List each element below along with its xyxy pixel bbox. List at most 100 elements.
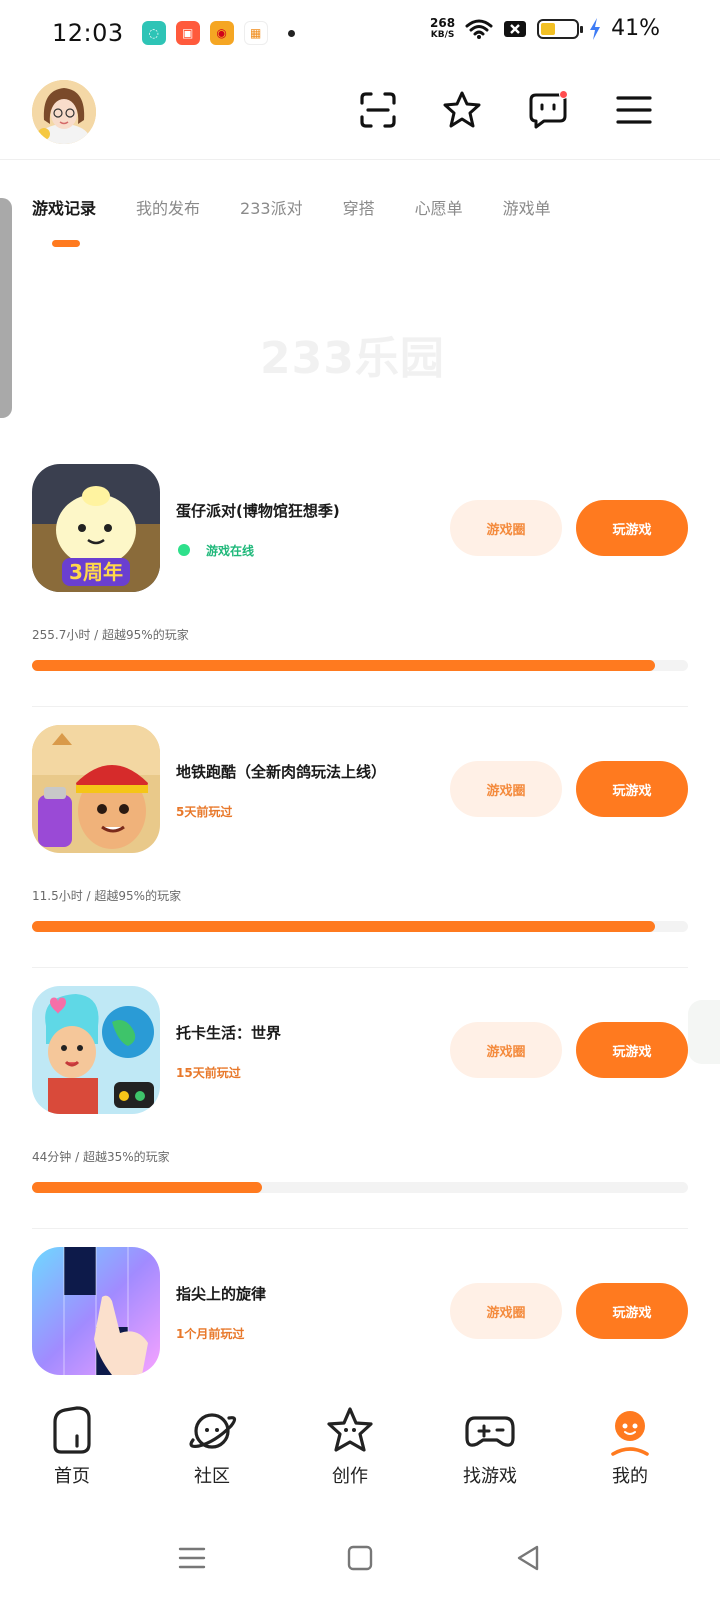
play-time-stats: 255.7小时 / 超越95%的玩家 — [32, 628, 189, 642]
play-progress-bar — [32, 660, 688, 671]
tab-outfit[interactable]: 穿搭 — [343, 195, 375, 219]
game-record-item[interactable]: 地铁跑酷（全新肉鸽玩法上线） 5天前玩过 游戏圈 玩游戏 11.5小时 / 超越… — [32, 725, 688, 969]
game-icon[interactable] — [32, 986, 160, 1114]
game-circle-button[interactable]: 游戏圈 — [450, 500, 562, 556]
nav-community[interactable]: 社区 — [152, 1404, 272, 1488]
tab-my-posts[interactable]: 我的发布 — [136, 195, 200, 219]
play-game-button[interactable]: 玩游戏 — [576, 761, 688, 817]
game-circle-button[interactable]: 游戏圈 — [450, 1022, 562, 1078]
battery-level — [541, 22, 556, 35]
watermark-logo: 233乐园 — [260, 333, 445, 384]
network-speed: 268 KB/S — [430, 17, 455, 41]
play-game-button[interactable]: 玩游戏 — [576, 1283, 688, 1339]
game-icon[interactable]: 3周年 — [32, 464, 160, 592]
toca-life-world-icon — [32, 986, 160, 1114]
divider — [32, 1228, 688, 1229]
play-time-stats: 44分钟 / 超越35%的玩家 — [32, 1150, 170, 1164]
tab-game-record[interactable]: 游戏记录 — [32, 195, 96, 219]
status-right: 268 KB/S 41% — [430, 16, 660, 41]
game-record-item[interactable]: 指尖上的旋律 1个月前玩过 游戏圈 玩游戏 — [32, 1247, 688, 1387]
home-square-icon — [347, 1545, 373, 1571]
avatar-image — [32, 80, 96, 144]
side-drawer-handle[interactable] — [0, 198, 12, 418]
profile-tabs: 游戏记录 我的发布 233派对 穿搭 心愿单 游戏单 — [32, 190, 591, 224]
status-time: 12:03 — [52, 19, 124, 47]
network-speed-unit: KB/S — [430, 29, 455, 40]
system-navigation-bar — [0, 1514, 720, 1612]
bottom-navigation: 首页 社区 创作 找游戏 我的 — [0, 1404, 720, 1514]
back-triangle-icon — [517, 1545, 539, 1571]
star-icon — [327, 1407, 373, 1452]
user-avatar[interactable] — [32, 80, 96, 144]
more-notifications-dot-icon — [287, 29, 295, 37]
active-tab-indicator — [52, 240, 80, 247]
home-button[interactable] — [340, 1538, 380, 1578]
nav-create-label: 创作 — [332, 1466, 368, 1487]
play-progress-fill — [32, 921, 656, 932]
play-time-stats: 11.5小时 / 超越95%的玩家 — [32, 889, 182, 903]
home-icon — [53, 1406, 91, 1454]
play-progress-fill — [32, 660, 656, 671]
video-app-notification-icon: ▣ — [175, 21, 200, 45]
game-title: 蛋仔派对(博物馆狂想季) — [176, 502, 340, 520]
game-icon[interactable] — [32, 1247, 160, 1375]
nav-create[interactable]: 创作 — [290, 1404, 410, 1488]
play-progress-fill — [32, 1182, 262, 1193]
nav-find-games[interactable]: 找游戏 — [430, 1404, 550, 1488]
magic-tiles-icon — [32, 1247, 160, 1375]
divider — [32, 967, 688, 968]
play-game-button[interactable]: 玩游戏 — [576, 500, 688, 556]
battery-icon — [537, 18, 584, 39]
subway-surfers-icon — [32, 725, 160, 853]
game-status: 5天前玩过 — [176, 805, 233, 819]
game-circle-button[interactable]: 游戏圈 — [450, 761, 562, 817]
network-speed-value: 268 — [430, 15, 456, 30]
game-icon[interactable] — [32, 725, 160, 853]
favorites-button[interactable] — [440, 88, 484, 132]
chat-app-notification-icon: ◌ — [141, 21, 166, 45]
messages-button[interactable] — [526, 88, 570, 132]
menu-button[interactable] — [612, 88, 656, 132]
game-record-item[interactable]: 托卡生活：世界 15天前玩过 游戏圈 玩游戏 44分钟 / 超越35%的玩家 — [32, 986, 688, 1230]
planet-icon — [189, 1413, 237, 1449]
scan-icon — [360, 92, 396, 128]
nav-find-games-label: 找游戏 — [463, 1466, 517, 1487]
recent-apps-icon — [178, 1547, 206, 1569]
game-title: 托卡生活：世界 — [176, 1024, 282, 1042]
tab-wishlist[interactable]: 心愿单 — [415, 195, 463, 219]
no-sim-icon — [504, 20, 527, 37]
online-status-icon — [178, 544, 190, 556]
nav-mine-label: 我的 — [612, 1466, 648, 1487]
floating-ball-handle[interactable] — [688, 1000, 720, 1064]
tab-game-list[interactable]: 游戏单 — [503, 195, 551, 219]
profile-header — [0, 66, 720, 160]
game-status: 15天前玩过 — [176, 1066, 241, 1080]
charging-icon — [590, 17, 601, 40]
play-game-button[interactable]: 玩游戏 — [576, 1022, 688, 1078]
game-status: 游戏在线 — [206, 544, 255, 558]
status-bar: 12:03 ◌ ▣ ◉ ▦ 268 KB/S 41% — [0, 0, 720, 66]
star-shape-icon — [443, 91, 481, 128]
nav-mine[interactable]: 我的 — [570, 1404, 690, 1488]
recent-apps-button[interactable] — [172, 1538, 212, 1578]
nav-community-label: 社区 — [194, 1466, 230, 1487]
game-circle-button[interactable]: 游戏圈 — [450, 1283, 562, 1339]
profile-icon — [611, 1411, 649, 1456]
game-title: 指尖上的旋律 — [176, 1285, 267, 1303]
message-badge-icon — [559, 90, 568, 99]
tab-233-party[interactable]: 233派对 — [240, 195, 303, 219]
menu-icon — [616, 96, 652, 124]
svg-text:3周年: 3周年 — [69, 560, 123, 584]
game-status: 1个月前玩过 — [176, 1327, 245, 1341]
scan-button[interactable] — [356, 88, 400, 132]
notification-icons: ◌ ▣ ◉ ▦ — [141, 21, 295, 45]
weibo-notification-icon: ◉ — [209, 21, 234, 45]
nav-home-label: 首页 — [54, 1466, 90, 1487]
eggy-party-icon: 3周年 — [32, 464, 160, 592]
back-button[interactable] — [508, 1538, 548, 1578]
nav-home[interactable]: 首页 — [12, 1404, 132, 1488]
wifi-icon — [465, 19, 493, 39]
battery-percent: 41% — [611, 16, 660, 41]
play-progress-bar — [32, 1182, 688, 1193]
game-record-item[interactable]: 3周年 蛋仔派对(博物馆狂想季) 游戏在线 游戏圈 玩游戏 255.7小时 / … — [32, 464, 688, 708]
